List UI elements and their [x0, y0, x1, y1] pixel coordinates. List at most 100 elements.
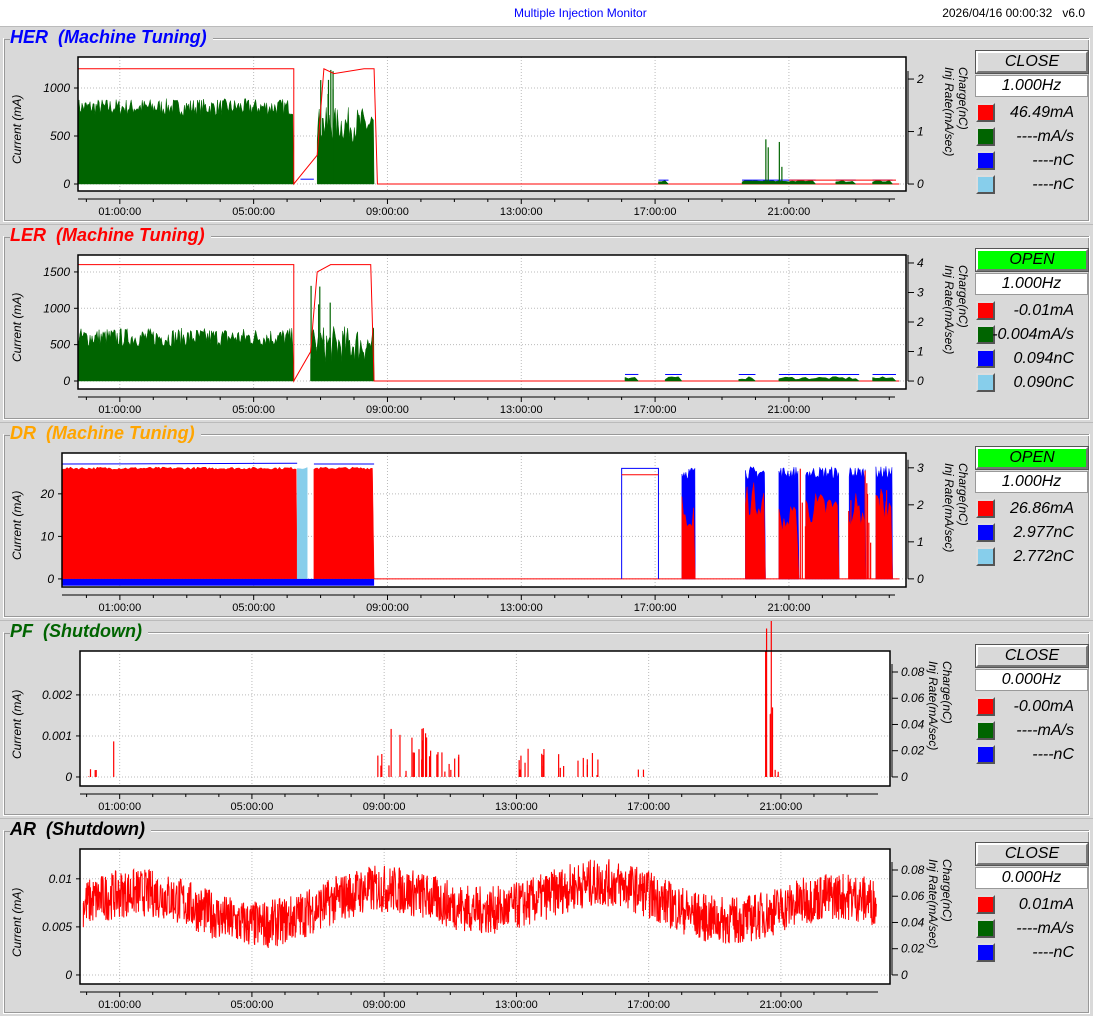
legend-swatch [976, 151, 995, 170]
y-axis-label: Current (mA) [10, 887, 24, 957]
legend-value: ----mA/s [1016, 128, 1074, 145]
y-tick-label: 500 [50, 129, 70, 143]
app-title: Multiple Injection Monitor [514, 6, 647, 20]
time-tick-label: 17:00:00 [634, 602, 677, 614]
legend-item: 0.01mA [976, 895, 1088, 915]
y-tick-label: 0.01 [49, 872, 72, 886]
y-tick-label: 1500 [43, 265, 70, 279]
right-axis-label: Charge(nC) Inj Rate(mA/sec) [942, 463, 970, 552]
legend-item: ----mA/s [976, 919, 1088, 939]
legend-swatch [976, 127, 995, 146]
right-tick-label: 0.06 [901, 691, 925, 705]
right-tick-label: 1 [917, 345, 924, 359]
time-tick-label: 13:00:00 [500, 404, 543, 416]
time-tick-label: 05:00:00 [232, 602, 275, 614]
charge-label: Charge(nC) [940, 661, 954, 724]
legend-item: ----mA/s [976, 127, 1088, 147]
legend-value: 0.094nC [1013, 350, 1075, 367]
datetime: 2026/04/16 00:00:32 [942, 6, 1053, 20]
legend-item: -0.00mA [976, 697, 1088, 717]
y-tick-label: 1000 [43, 301, 70, 315]
legend-swatch [976, 373, 995, 392]
right-tick-label: 3 [917, 461, 924, 475]
beam-gate-button[interactable]: CLOSE [975, 644, 1089, 668]
inj-rate-label: Inj Rate(mA/sec) [942, 67, 956, 157]
right-tick-label: 0.08 [901, 665, 925, 679]
panel-her: HER (Machine Tuning) 0 500 1000 0 1 2 01:00:00 0… [0, 26, 1093, 224]
inj-rate-label: Inj Rate(mA/sec) [942, 463, 956, 553]
time-tick-label: 17:00:00 [634, 206, 677, 218]
time-tick-label: 17:00:00 [627, 999, 670, 1011]
y-axis-label: Current (mA) [10, 689, 24, 759]
y-tick-label: 0 [47, 572, 54, 586]
right-tick-label: 0.08 [901, 863, 925, 877]
legend-item: -0.004mA/s [976, 325, 1088, 345]
legend-value: ----mA/s [1016, 920, 1074, 937]
time-tick-label: 01:00:00 [98, 206, 141, 218]
time-tick-label: 13:00:00 [495, 801, 538, 813]
y-axis-label: Current (mA) [10, 292, 24, 362]
version: v6.0 [1062, 6, 1085, 20]
frequency-display: 1.000Hz [975, 273, 1088, 295]
legend-item: 2.772nC [976, 547, 1088, 567]
y-tick-label: 10 [41, 529, 55, 543]
time-tick-label: 17:00:00 [634, 404, 677, 416]
beam-gate-button[interactable]: OPEN [975, 248, 1089, 272]
right-tick-label: 0 [917, 374, 924, 388]
right-axis-label: Charge(nC) Inj Rate(mA/sec) [926, 661, 954, 750]
charge-label: Charge(nC) [956, 67, 970, 130]
panel-ar: AR (Shutdown) 0 0.005 0.01 0 0.02 0.04 0.06 0.08… [0, 818, 1093, 1016]
legend-value: 46.49mA [1009, 104, 1074, 121]
right-tick-label: 3 [917, 285, 924, 299]
legend-swatch [976, 745, 995, 764]
legend-value: 0.090nC [1013, 374, 1075, 391]
legend-swatch [976, 721, 995, 740]
datetime-version: 2026/04/16 00:00:32 v6.0 [942, 6, 1085, 20]
plot-area [80, 651, 890, 786]
legend-item: -0.01mA [976, 301, 1088, 321]
legend-value: ----mA/s [1016, 722, 1074, 739]
legend-swatch [976, 697, 995, 716]
legend-item: 2.977nC [976, 523, 1088, 543]
right-tick-label: 2 [916, 72, 924, 86]
charge-label: Charge(nC) [940, 859, 954, 922]
legend-value: -0.01mA [1013, 302, 1074, 319]
beam-gate-button[interactable]: CLOSE [975, 842, 1089, 866]
trace-fill [313, 466, 375, 580]
right-tick-label: 0 [917, 572, 924, 586]
chart-ler: 0 500 1000 1500 0 1 2 3 4 01:00:00 05:00:00 09:00:0… [43, 254, 924, 416]
time-tick-label: 13:00:00 [500, 206, 543, 218]
time-tick-label: 17:00:00 [627, 801, 670, 813]
legend-item: ----nC [976, 745, 1088, 765]
y-tick-label: 1000 [43, 81, 70, 95]
charge-label: Charge(nC) [956, 463, 970, 526]
legend-swatch [976, 103, 995, 122]
time-tick-label: 05:00:00 [231, 999, 274, 1011]
right-tick-label: 2 [916, 498, 924, 512]
right-tick-label: 0 [917, 177, 924, 191]
time-tick-label: 05:00:00 [231, 801, 274, 813]
time-tick-label: 05:00:00 [232, 404, 275, 416]
legend-swatch [976, 943, 995, 962]
y-tick-label: 20 [40, 487, 55, 501]
legend-swatch [976, 301, 995, 320]
beam-gate-button[interactable]: OPEN [975, 446, 1089, 470]
time-tick-label: 01:00:00 [98, 404, 141, 416]
time-tick-label: 09:00:00 [366, 404, 409, 416]
legend-value: 26.86mA [1009, 500, 1074, 517]
y-tick-label: 0 [65, 770, 72, 784]
charge-label: Charge(nC) [956, 265, 970, 328]
legend-value: ----nC [1032, 746, 1074, 763]
chart-her: 0 500 1000 0 1 2 01:00:00 05:00:00 09:00:00 13:00… [43, 56, 924, 218]
right-tick-label: 0 [901, 968, 908, 982]
legend-value: 0.01mA [1018, 896, 1074, 913]
legend-swatch [976, 175, 995, 194]
beam-gate-button[interactable]: CLOSE [975, 50, 1089, 74]
time-tick-label: 01:00:00 [98, 602, 141, 614]
frequency-display: 0.000Hz [975, 867, 1088, 889]
y-axis-label: Current (mA) [10, 490, 24, 560]
right-axis-label: Charge(nC) Inj Rate(mA/sec) [942, 67, 970, 156]
frequency-display: 1.000Hz [975, 471, 1088, 493]
panel-ler: LER (Machine Tuning) 0 500 1000 1500 0 1 2 3 4 01:… [0, 224, 1093, 422]
right-tick-label: 0.02 [901, 744, 925, 758]
